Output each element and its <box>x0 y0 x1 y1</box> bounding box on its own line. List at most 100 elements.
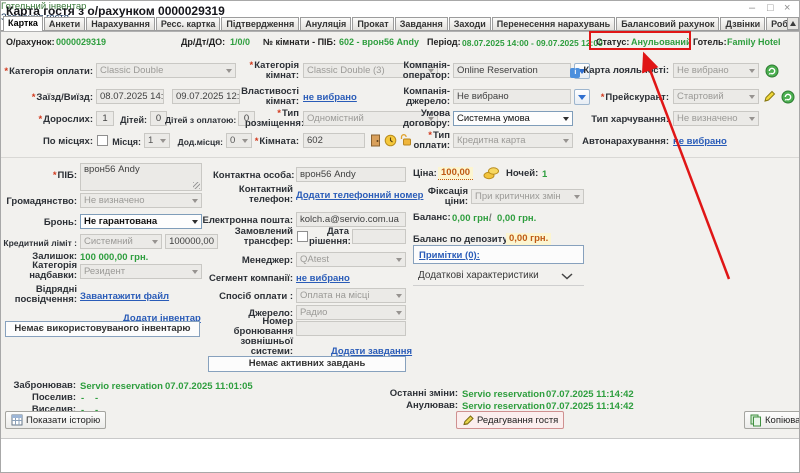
checked-in-label: Поселив: <box>1 393 76 403</box>
name-textarea[interactable]: врон56 Andy <box>80 163 202 191</box>
coins-icon[interactable] <box>483 166 500 180</box>
notes-link[interactable]: Примітки (0): <box>419 250 480 261</box>
checkin-field[interactable]: 08.07.2025 14:00 <box>96 89 164 104</box>
section-divider <box>1 157 800 158</box>
source-select[interactable]: Радио <box>296 305 406 320</box>
chevron-down-icon <box>563 117 569 121</box>
company-segment-label: Сегмент компанії: <box>201 274 293 284</box>
triangle-up-icon <box>790 21 796 26</box>
room-door-icon[interactable] <box>369 134 382 147</box>
company-segment-link[interactable]: не вибрано <box>296 273 350 284</box>
markup-category-select[interactable]: Резидент <box>80 264 202 279</box>
name-label: *ПІБ: <box>1 171 77 181</box>
loyalty-card-select[interactable]: Не вибрано <box>673 63 759 78</box>
balance-value-2: 0,00 грн. <box>497 213 536 224</box>
source-company-field[interactable]: Не вибрано <box>453 89 571 104</box>
edit-guest-button[interactable]: Редагування гостя <box>456 411 564 429</box>
tab-ress-kartka[interactable]: Ресс. картка <box>156 17 220 31</box>
chevron-down-icon <box>152 240 158 244</box>
room-number-label: *Кімната: <box>253 137 299 147</box>
price-value[interactable]: 100,00 <box>438 167 473 180</box>
manager-label: Менеджер: <box>216 256 293 266</box>
contract-condition-select[interactable]: Системна умова <box>453 111 573 126</box>
autocharge-label: Автонарахування: <box>576 137 669 147</box>
price-fix-select[interactable]: При критичних змін <box>471 189 584 204</box>
contact-person-label: Контактна особа: <box>213 171 293 181</box>
meal-type-select[interactable]: Не визначено <box>673 111 759 126</box>
loyalty-card-label: iКарта лояльності: <box>561 66 669 78</box>
last-changes-at-value: 07.07.2025 11:14:42 <box>546 389 634 400</box>
copy-button[interactable]: Копіювати <box>744 411 800 429</box>
tab-prokat[interactable]: Прокат <box>352 17 393 31</box>
tab-zavdannya[interactable]: Завдання <box>395 17 448 31</box>
citizenship-select[interactable]: Не визначено <box>80 193 202 208</box>
extra-places-label: Дод.місця: <box>169 137 223 147</box>
arrow-down-icon <box>578 95 586 100</box>
travel-docs-upload-link[interactable]: Завантажити файл <box>80 291 169 302</box>
pricelist-edit-icon[interactable] <box>763 90 776 103</box>
minimize-icon[interactable]: – <box>749 2 755 14</box>
tab-kartka[interactable]: Картка <box>3 16 43 31</box>
credit-limit-select[interactable]: Системний <box>80 234 162 249</box>
pricelist-label: *Прейскурант: <box>586 93 669 103</box>
decision-date-field[interactable] <box>352 229 406 244</box>
tab-anulyatsiya[interactable]: Ануляція <box>300 17 351 31</box>
pricelist-select[interactable]: Стартовий <box>673 89 759 104</box>
credit-limit-amount-field[interactable]: 100000,00 <box>165 234 218 249</box>
contact-person-field[interactable]: врон56 Andy <box>296 167 406 182</box>
copy-icon <box>750 414 762 427</box>
transfer-label: Замовлений трансфер: <box>223 227 293 247</box>
tab-dzvinky[interactable]: Дзвінки <box>720 17 765 31</box>
room-number-field[interactable]: 602 <box>303 133 365 148</box>
show-history-button[interactable]: Показати історію <box>5 411 106 429</box>
email-field[interactable]: kolch.a@servio.com.ua <box>296 212 406 227</box>
operator-company-field[interactable]: Online Reservation <box>453 63 571 78</box>
pay-type-select[interactable]: Кредитна карта <box>453 133 573 148</box>
tab-ankety[interactable]: Анкети <box>44 17 85 31</box>
pay-category-select[interactable]: Classic Double <box>96 63 236 78</box>
extra-places-select[interactable]: 0 <box>226 133 252 148</box>
room-props-link[interactable]: не вибрано <box>303 92 357 103</box>
pricelist-refresh-icon[interactable] <box>781 90 795 104</box>
tab-scroll-button[interactable] <box>787 17 799 30</box>
tab-narahuvannya[interactable]: Нарахування <box>86 17 155 31</box>
chevron-down-icon[interactable] <box>561 273 573 280</box>
annulled-by-label: Анулював: <box>381 401 458 411</box>
manager-select[interactable]: QAtest <box>296 252 406 267</box>
checkout-field[interactable]: 09.07.2025 12:00 <box>172 89 240 104</box>
period-value: 08.07.2025 14:00 - 09.07.2025 12:00 <box>462 38 603 48</box>
balance-label: Баланс: <box>413 213 449 223</box>
room-name-value: 602 - врон56 Andy <box>339 37 419 47</box>
children-label: Дітей: <box>101 115 147 125</box>
tab-zahody[interactable]: Заходи <box>449 17 491 31</box>
reservation-select[interactable]: Не гарантована <box>80 214 202 229</box>
bottom-strip <box>1 438 800 473</box>
places-select[interactable]: 1 <box>144 133 170 148</box>
deposit-balance-label: Баланс по депозиту: <box>413 235 503 245</box>
resize-grip-icon[interactable] <box>193 182 200 189</box>
maximize-icon[interactable]: □ <box>767 2 774 14</box>
chevron-down-icon <box>749 95 755 99</box>
autocharge-link[interactable]: не вибрано <box>673 136 727 147</box>
adults-label: *Дорослих: <box>3 115 93 125</box>
room-category-label: *Категорія кімнат: <box>239 61 299 81</box>
chevron-down-icon <box>192 199 198 203</box>
tab-pidtverdzhennya[interactable]: Підтвердження <box>221 17 299 31</box>
add-phone-link[interactable]: Додати телефонний номер <box>296 190 423 201</box>
external-booking-field[interactable] <box>296 321 406 336</box>
transfer-checkbox[interactable] <box>297 231 308 242</box>
info-icon: i <box>570 68 580 78</box>
loyalty-refresh-icon[interactable] <box>765 64 779 78</box>
tab-balansovyi-rahunok[interactable]: Балансовий рахунок <box>616 17 719 31</box>
travel-docs-label: Відрядні посвідчення: <box>7 285 77 305</box>
pay-method-select[interactable]: Оплата на місці <box>296 288 406 303</box>
citizenship-label: Громадянство: <box>1 197 77 207</box>
room-clock-icon[interactable] <box>384 134 397 147</box>
extra-characteristics-header[interactable]: Додаткові характеристики <box>418 270 539 281</box>
dr-dt-do-value: 1/0/0 <box>230 37 250 47</box>
chevron-down-icon <box>563 139 569 143</box>
hotel-label: Готель: <box>693 37 727 47</box>
checked-in-by-value: - <box>81 393 84 404</box>
tab-perenesennya-narahuvan[interactable]: Перенесення нарахувань <box>492 17 615 31</box>
close-icon[interactable]: × <box>784 2 790 14</box>
